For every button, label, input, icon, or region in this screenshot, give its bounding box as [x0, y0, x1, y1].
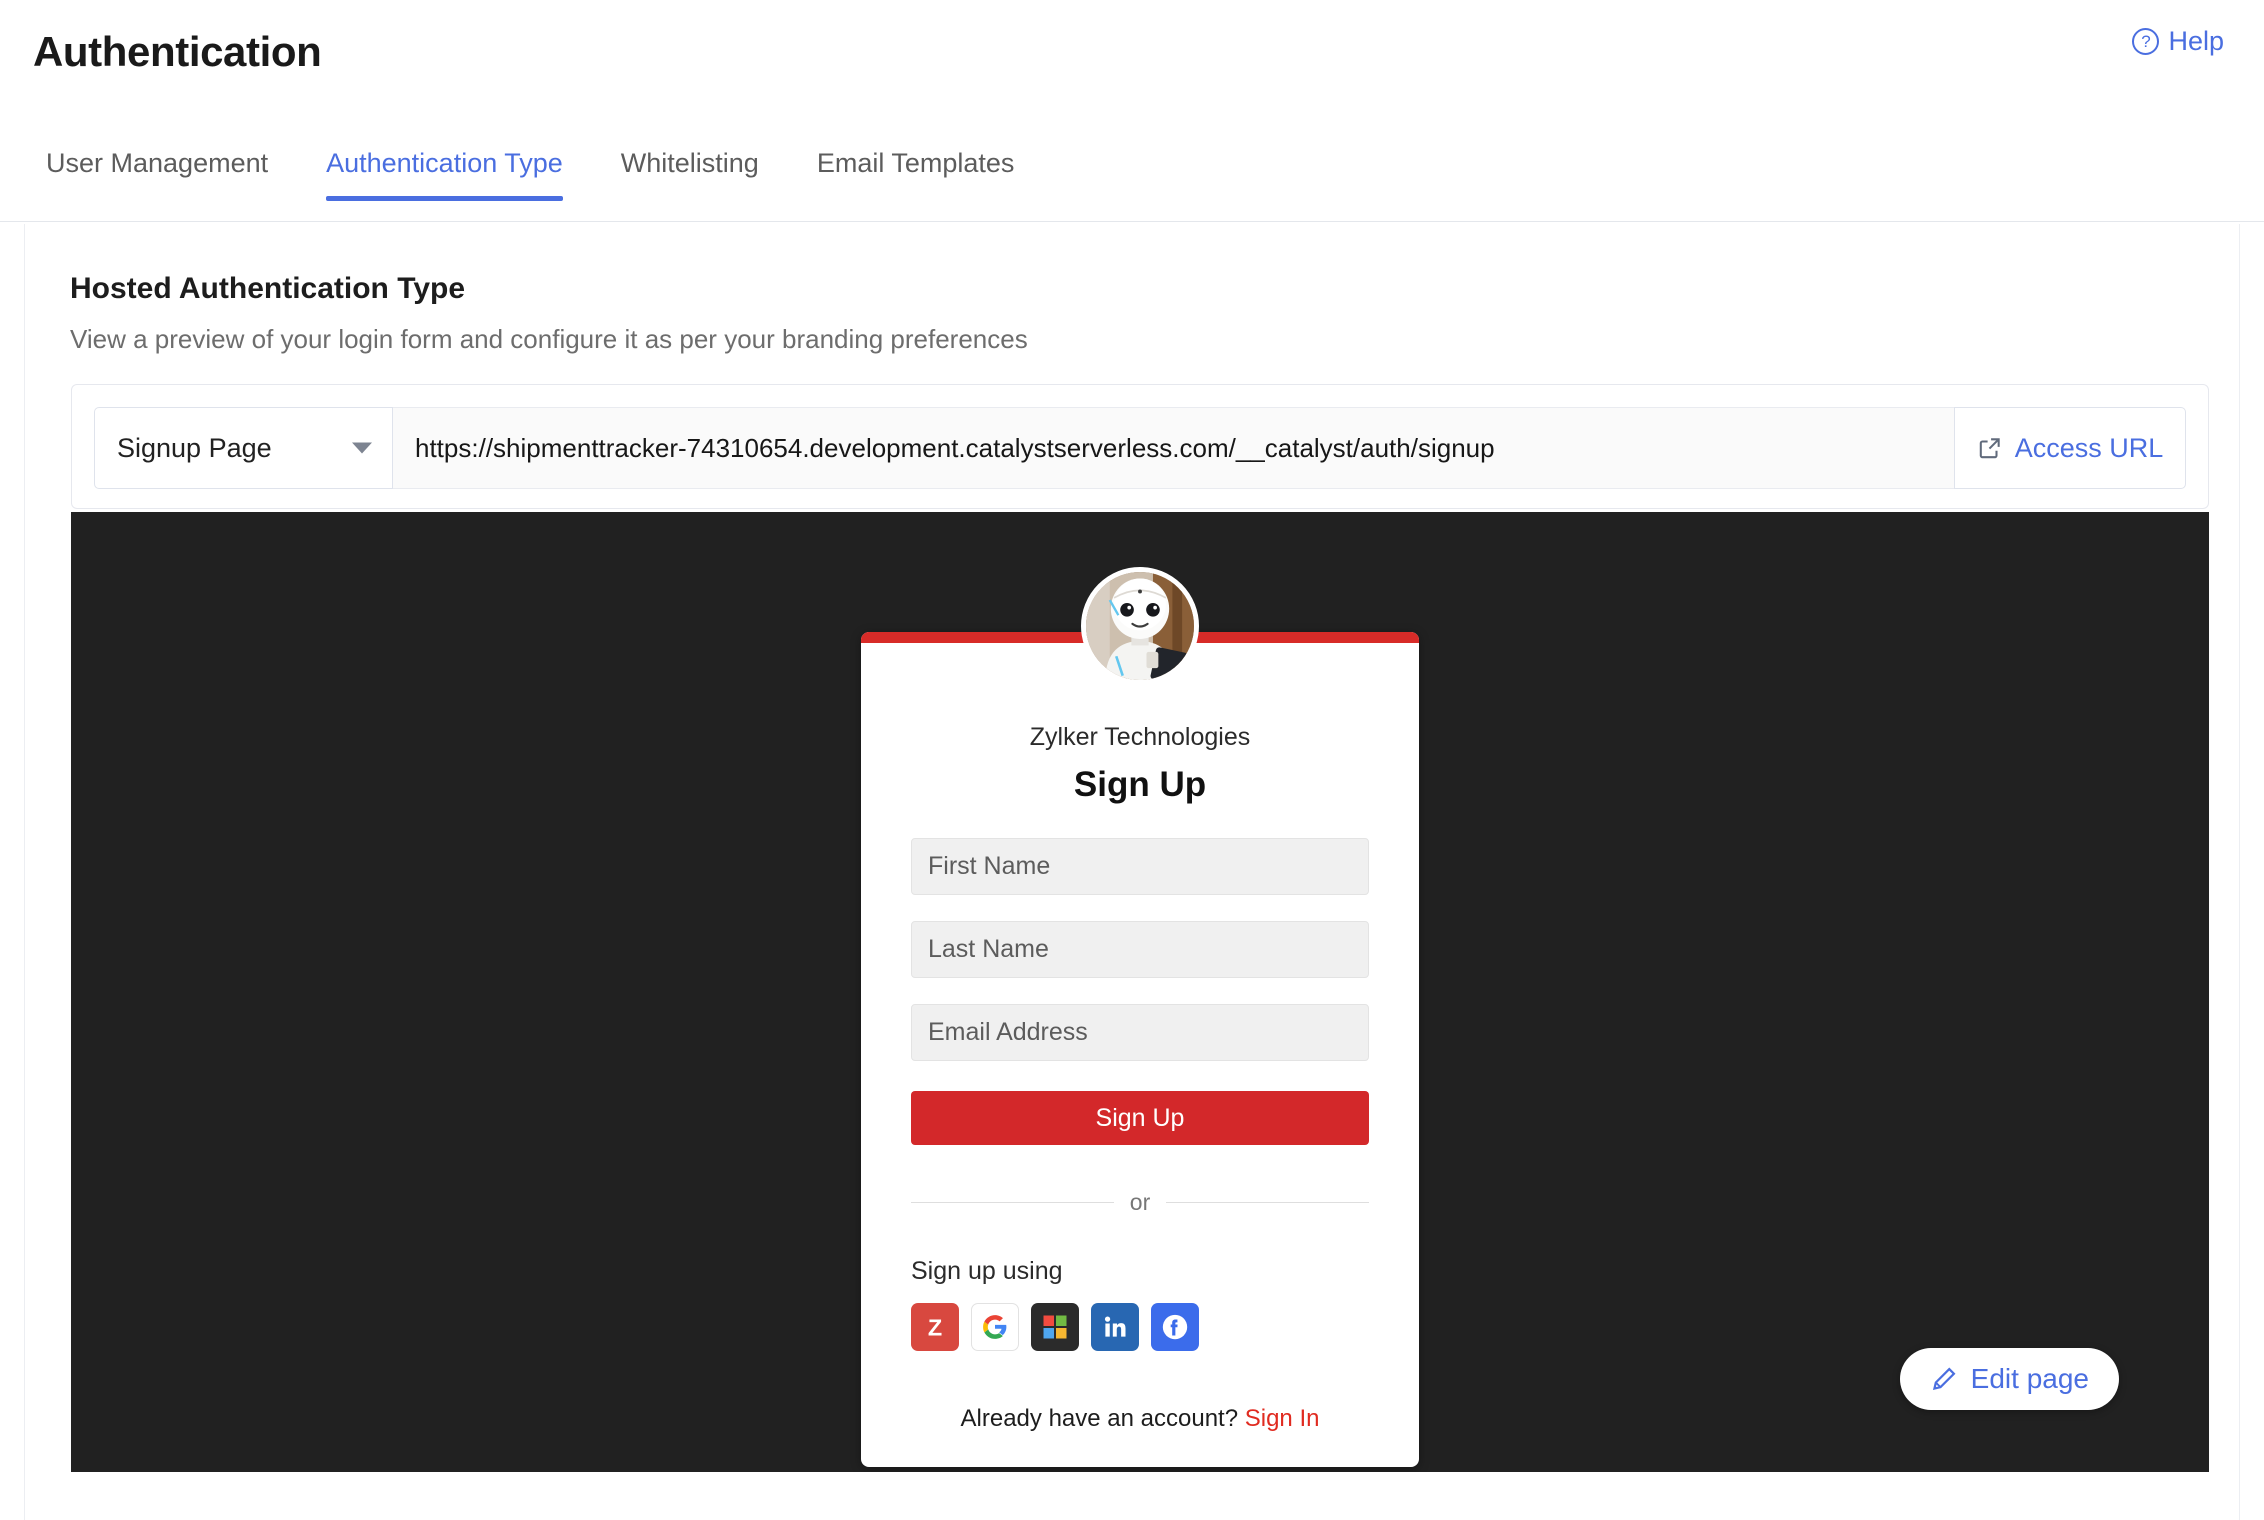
- svg-text:Z: Z: [928, 1314, 942, 1340]
- social-button-linkedin[interactable]: [1091, 1303, 1139, 1351]
- divider-line-right: [1166, 1202, 1369, 1203]
- google-icon: [982, 1314, 1008, 1340]
- section-subtitle: View a preview of your login form and co…: [70, 324, 1028, 355]
- zoho-icon: Z: [920, 1312, 950, 1342]
- url-text: https://shipmenttracker-74310654.develop…: [415, 433, 1495, 464]
- sign-in-link[interactable]: Sign In: [1245, 1405, 1320, 1432]
- help-link[interactable]: ? Help: [2132, 26, 2224, 57]
- sign-up-button[interactable]: Sign Up: [911, 1091, 1369, 1145]
- social-button-microsoft[interactable]: [1031, 1303, 1079, 1351]
- email-address-input[interactable]: [911, 1004, 1369, 1061]
- url-display-field[interactable]: https://shipmenttracker-74310654.develop…: [393, 407, 1954, 489]
- login-form-preview: Zylker Technologies Sign Up Sign Up or S…: [71, 512, 2209, 1472]
- chevron-down-icon: [352, 443, 372, 454]
- form-title: Sign Up: [861, 765, 1419, 805]
- divider-line-left: [911, 1202, 1114, 1203]
- edit-page-button[interactable]: Edit page: [1900, 1348, 2119, 1410]
- question-circle-icon: ?: [2132, 28, 2159, 55]
- page-title: Authentication: [33, 28, 321, 76]
- page-type-select-value: Signup Page: [117, 433, 272, 464]
- section-title: Hosted Authentication Type: [70, 272, 465, 306]
- authentication-page: Authentication ? Help User Management Au…: [0, 0, 2264, 1520]
- avatar: [1081, 567, 1199, 685]
- card-footer: Already have an account? Sign In: [861, 1405, 1419, 1433]
- tab-email-templates[interactable]: Email Templates: [817, 138, 1015, 201]
- pencil-icon: [1930, 1365, 1958, 1393]
- social-button-zoho[interactable]: Z: [911, 1303, 959, 1351]
- social-button-facebook[interactable]: [1151, 1303, 1199, 1351]
- facebook-icon: [1160, 1312, 1190, 1342]
- access-url-label: Access URL: [2015, 433, 2164, 464]
- or-divider: or: [911, 1189, 1369, 1216]
- url-bar-row: Signup Page https://shipmenttracker-7431…: [94, 407, 2186, 489]
- external-link-icon: [1977, 435, 2003, 461]
- microsoft-icon: [1043, 1315, 1067, 1339]
- social-button-google[interactable]: [971, 1303, 1019, 1351]
- robot-avatar: [1086, 572, 1194, 680]
- divider-label: or: [1130, 1189, 1150, 1216]
- edit-page-label: Edit page: [1971, 1363, 2089, 1395]
- access-url-button[interactable]: Access URL: [1954, 407, 2186, 489]
- org-name: Zylker Technologies: [861, 723, 1419, 752]
- first-name-input[interactable]: [911, 838, 1369, 895]
- help-label: Help: [2168, 26, 2224, 57]
- page-header: Authentication ? Help: [0, 0, 2264, 160]
- tab-bar: User Management Authentication Type Whit…: [0, 138, 2264, 222]
- signup-form: Sign Up or Sign up using Z: [861, 838, 1419, 1351]
- tab-whitelisting[interactable]: Whitelisting: [621, 138, 759, 201]
- last-name-input[interactable]: [911, 921, 1369, 978]
- signup-card: Zylker Technologies Sign Up Sign Up or S…: [861, 632, 1419, 1467]
- social-provider-row: Z: [911, 1303, 1369, 1351]
- footer-text: Already have an account?: [961, 1405, 1239, 1432]
- social-signup-label: Sign up using: [911, 1257, 1369, 1286]
- page-type-select[interactable]: Signup Page: [94, 407, 393, 489]
- url-bar-card: Signup Page https://shipmenttracker-7431…: [71, 384, 2209, 509]
- linkedin-icon: [1101, 1313, 1129, 1341]
- tab-user-management[interactable]: User Management: [46, 138, 268, 201]
- tab-authentication-type[interactable]: Authentication Type: [326, 138, 563, 201]
- main-content: Hosted Authentication Type View a previe…: [24, 224, 2240, 1520]
